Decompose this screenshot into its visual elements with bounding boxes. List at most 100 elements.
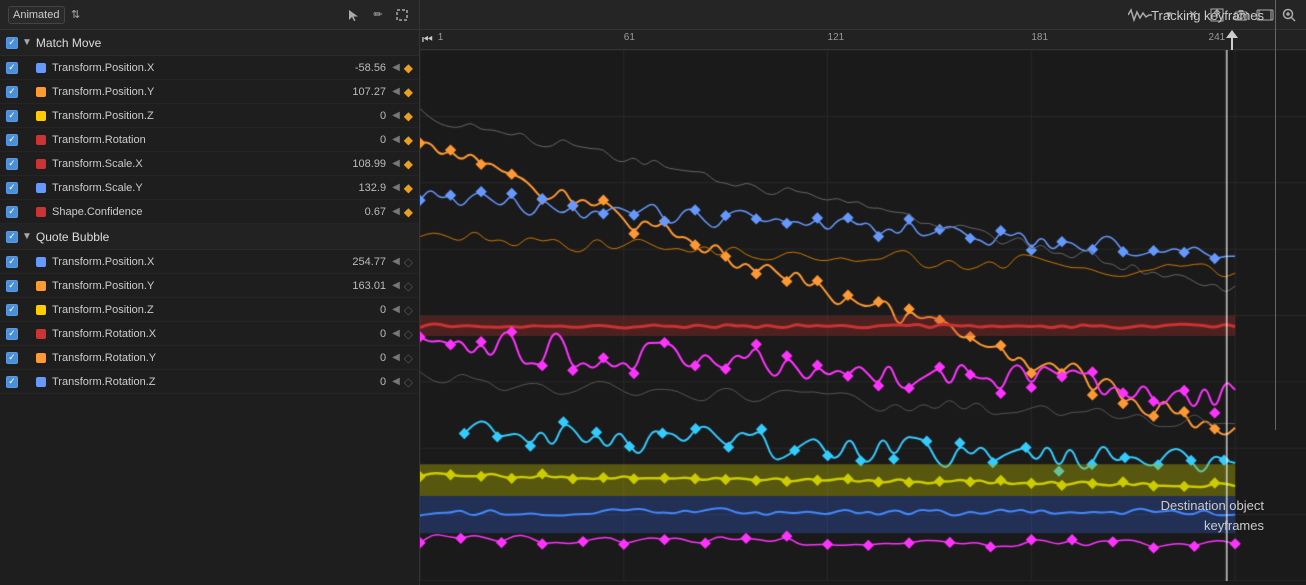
param-name-pos-x: Transform.Position.X bbox=[52, 62, 341, 74]
keyframe-diamond-qb-pos-x[interactable]: ◇ bbox=[404, 255, 413, 269]
param-checkbox-qb-rot-y[interactable] bbox=[6, 352, 18, 364]
param-name-qb-pos-z: Transform.Position.Z bbox=[52, 304, 341, 316]
prev-keyframe-qb-rot-x[interactable]: ◀ bbox=[392, 328, 400, 339]
group-header-match-move[interactable]: ▼ Match Move bbox=[0, 30, 419, 56]
color-dot-qb-pos-x bbox=[36, 257, 46, 267]
box-select-icon[interactable] bbox=[393, 6, 411, 24]
param-row-pos-y: Transform.Position.Y 107.27 ◀ ◆ bbox=[0, 80, 419, 104]
param-value-qb-pos-x: 254.77 bbox=[341, 256, 386, 268]
param-name-scale-y: Transform.Scale.Y bbox=[52, 182, 341, 194]
keyframe-diamond-qb-pos-z[interactable]: ◇ bbox=[404, 303, 413, 317]
param-name-shape-conf: Shape.Confidence bbox=[52, 206, 341, 218]
param-row-qb-pos-z: Transform.Position.Z 0 ◀ ◇ bbox=[0, 298, 419, 322]
param-checkbox-qb-rot-x[interactable] bbox=[6, 328, 18, 340]
keyframe-diamond-qb-rot-x[interactable]: ◇ bbox=[404, 327, 413, 341]
keyframe-diamond-qb-rot-y[interactable]: ◇ bbox=[404, 351, 413, 365]
prev-keyframe-pos-y[interactable]: ◀ bbox=[392, 86, 400, 97]
param-name-qb-rot-x: Transform.Rotation.X bbox=[52, 328, 341, 340]
ruler-mark-241: 241 bbox=[1209, 32, 1226, 43]
pen-tool-icon[interactable]: ✏ bbox=[369, 6, 387, 24]
param-value-pos-x: -58.56 bbox=[341, 62, 386, 74]
param-checkbox-pos-z[interactable] bbox=[6, 110, 18, 122]
group-triangle-match-move[interactable]: ▼ bbox=[22, 37, 32, 48]
rows-area: ▼ Match Move Transform.Position.X -58.56… bbox=[0, 30, 419, 585]
param-row-qb-rot-y: Transform.Rotation.Y 0 ◀ ◇ bbox=[0, 346, 419, 370]
ruler-mark-181: 181 bbox=[1031, 32, 1048, 43]
param-name-qb-pos-x: Transform.Position.X bbox=[52, 256, 341, 268]
group-triangle-quote-bubble[interactable]: ▼ bbox=[22, 231, 32, 242]
group-checkbox-match-move[interactable] bbox=[6, 37, 18, 49]
param-row-qb-pos-x: Transform.Position.X 254.77 ◀ ◇ bbox=[0, 250, 419, 274]
keyframe-diamond-scale-x[interactable]: ◆ bbox=[404, 157, 413, 171]
color-dot-qb-rot-x bbox=[36, 329, 46, 339]
keyframe-diamond-rot[interactable]: ◆ bbox=[404, 133, 413, 147]
param-value-scale-x: 108.99 bbox=[341, 158, 386, 170]
prev-keyframe-pos-z[interactable]: ◀ bbox=[392, 110, 400, 121]
keyframe-diamond-qb-pos-y[interactable]: ◇ bbox=[404, 279, 413, 293]
param-checkbox-qb-pos-y[interactable] bbox=[6, 280, 18, 292]
prev-keyframe-rot[interactable]: ◀ bbox=[392, 134, 400, 145]
animated-dropdown[interactable]: Animated All bbox=[8, 6, 65, 24]
destination-keyframes-label: Destination object keyframes bbox=[1161, 498, 1264, 533]
group-header-quote-bubble[interactable]: ▼ Quote Bubble bbox=[0, 224, 419, 250]
param-checkbox-scale-y[interactable] bbox=[6, 182, 18, 194]
param-value-qb-rot-y: 0 bbox=[341, 352, 386, 364]
cursor-tool-icon[interactable] bbox=[345, 6, 363, 24]
ruler-mark-1: 1 bbox=[438, 32, 444, 43]
prev-keyframe-qb-pos-x[interactable]: ◀ bbox=[392, 256, 400, 267]
color-dot-rot bbox=[36, 135, 46, 145]
prev-keyframe-qb-rot-z[interactable]: ◀ bbox=[392, 376, 400, 387]
param-name-qb-rot-y: Transform.Rotation.Y bbox=[52, 352, 341, 364]
prev-keyframe-scale-y[interactable]: ◀ bbox=[392, 182, 400, 193]
param-row-pos-x: Transform.Position.X -58.56 ◀ ◆ bbox=[0, 56, 419, 80]
playhead-marker[interactable] bbox=[1226, 30, 1238, 50]
color-dot-shape-conf bbox=[36, 207, 46, 217]
keyframe-diamond-shape-conf[interactable]: ◆ bbox=[404, 205, 413, 219]
prev-keyframe-pos-x[interactable]: ◀ bbox=[392, 62, 400, 73]
color-dot-pos-x bbox=[36, 63, 46, 73]
keyframe-diamond-pos-x[interactable]: ◆ bbox=[404, 61, 413, 75]
zoom-in-icon[interactable] bbox=[1280, 6, 1298, 24]
param-value-scale-y: 132.9 bbox=[341, 182, 386, 194]
timeline-ruler: ⏮ 1 61 121 181 241 bbox=[420, 30, 1306, 50]
prev-keyframe-shape-conf[interactable]: ◀ bbox=[392, 206, 400, 217]
param-value-qb-pos-y: 163.01 bbox=[341, 280, 386, 292]
param-checkbox-scale-x[interactable] bbox=[6, 158, 18, 170]
prev-keyframe-scale-x[interactable]: ◀ bbox=[392, 158, 400, 169]
param-checkbox-pos-x[interactable] bbox=[6, 62, 18, 74]
param-checkbox-pos-y[interactable] bbox=[6, 86, 18, 98]
tracking-keyframes-label: Tracking keyframes bbox=[1151, 8, 1264, 23]
param-value-pos-z: 0 bbox=[341, 110, 386, 122]
color-dot-qb-pos-y bbox=[36, 281, 46, 291]
left-panel: Animated All ⇅ ✏ ▼ Match Move Transform.… bbox=[0, 0, 420, 585]
tracking-keyframes-line bbox=[1275, 0, 1276, 430]
group-checkbox-quote-bubble[interactable] bbox=[6, 231, 18, 243]
color-dot-qb-pos-z bbox=[36, 305, 46, 315]
group-name-match-move: Match Move bbox=[36, 36, 101, 50]
color-dot-qb-rot-y bbox=[36, 353, 46, 363]
param-checkbox-rot[interactable] bbox=[6, 134, 18, 146]
prev-keyframe-qb-pos-z[interactable]: ◀ bbox=[392, 304, 400, 315]
prev-keyframe-qb-rot-y[interactable]: ◀ bbox=[392, 352, 400, 363]
param-name-pos-z: Transform.Position.Z bbox=[52, 110, 341, 122]
playhead-start-icon: ⏮ bbox=[422, 32, 433, 47]
color-dot-pos-z bbox=[36, 111, 46, 121]
param-value-pos-y: 107.27 bbox=[341, 86, 386, 98]
toolbar: Animated All ⇅ ✏ bbox=[0, 0, 419, 30]
keyframe-diamond-pos-z[interactable]: ◆ bbox=[404, 109, 413, 123]
ruler-mark-61: 61 bbox=[624, 32, 635, 43]
keyframe-diamond-qb-rot-z[interactable]: ◇ bbox=[404, 375, 413, 389]
keyframe-diamond-scale-y[interactable]: ◆ bbox=[404, 181, 413, 195]
param-row-shape-conf: Shape.Confidence 0.67 ◀ ◆ bbox=[0, 200, 419, 224]
param-checkbox-shape-conf[interactable] bbox=[6, 206, 18, 218]
prev-keyframe-qb-pos-y[interactable]: ◀ bbox=[392, 280, 400, 291]
param-row-qb-pos-y: Transform.Position.Y 163.01 ◀ ◇ bbox=[0, 274, 419, 298]
param-checkbox-qb-rot-z[interactable] bbox=[6, 376, 18, 388]
param-checkbox-qb-pos-x[interactable] bbox=[6, 256, 18, 268]
keyframe-diamond-pos-y[interactable]: ◆ bbox=[404, 85, 413, 99]
color-dot-qb-rot-z bbox=[36, 377, 46, 387]
param-row-qb-rot-x: Transform.Rotation.X 0 ◀ ◇ bbox=[0, 322, 419, 346]
waveform-icon[interactable] bbox=[1126, 6, 1154, 24]
param-checkbox-qb-pos-z[interactable] bbox=[6, 304, 18, 316]
param-row-scale-y: Transform.Scale.Y 132.9 ◀ ◆ bbox=[0, 176, 419, 200]
